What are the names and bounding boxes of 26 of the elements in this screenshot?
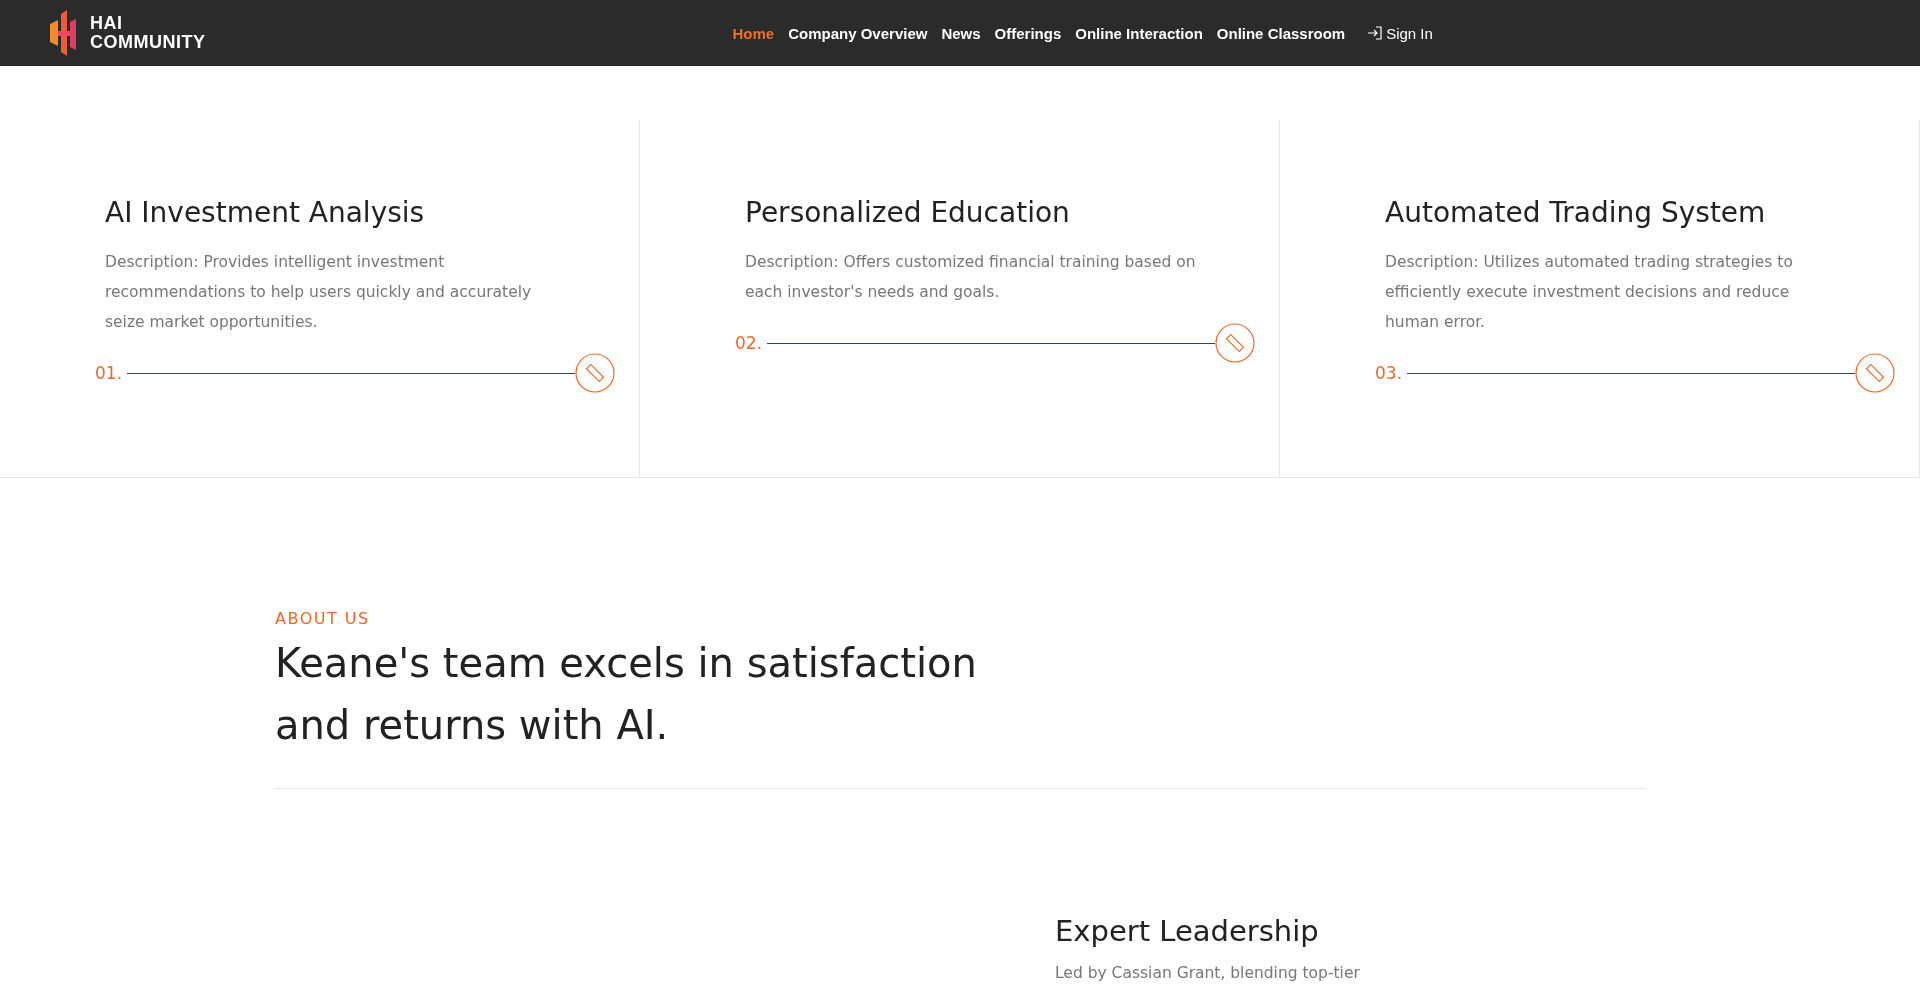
nav-link[interactable]: Home xyxy=(732,24,775,42)
feature-description: Description: Offers customized financial training based on each investor's needs and goals. xyxy=(745,252,1197,303)
nav-link[interactable]: Online Interaction xyxy=(1075,24,1203,42)
leadership-title: Expert Leadership xyxy=(1055,914,1320,948)
logo-text: COMMUNITY xyxy=(90,33,206,52)
feature-number: 03. xyxy=(1375,363,1404,383)
section-eyebrow: ABOUT US xyxy=(275,609,371,628)
feature-description: Description: Provides intelligent investment recommendations to help users quickly and accurately seize market opportunities. xyxy=(105,252,533,333)
nav-link[interactable]: Offerings xyxy=(994,24,1062,42)
ruler-icon xyxy=(1215,323,1255,363)
nav-link[interactable]: Online Classroom xyxy=(1216,24,1346,42)
nav-link[interactable]: Company Overview xyxy=(788,24,928,42)
section-heading: Keane's team excels in satisfaction and returns with AI. xyxy=(275,639,978,750)
sign-in-icon xyxy=(1367,25,1384,41)
sign-in-link[interactable]: Sign In xyxy=(1367,24,1433,42)
feature-description: Description: Utilizes automated trading strategies to efficiently execute investment decisions and reduce human error. xyxy=(1385,252,1794,333)
feature-title: Automated Trading System xyxy=(1385,195,1767,231)
feature-title: AI Investment Analysis xyxy=(105,195,426,231)
ruler-icon xyxy=(575,353,615,393)
logo-text: HAI xyxy=(90,14,124,33)
feature-title: Personalized Education xyxy=(745,195,1071,231)
feature-number: 01. xyxy=(95,363,124,383)
nav-link[interactable]: News xyxy=(941,24,981,42)
leadership-text: Led by Cassian Grant, blending top-tier xyxy=(1055,964,1361,982)
feature-number: 02. xyxy=(735,333,764,353)
ruler-icon xyxy=(1855,353,1895,393)
